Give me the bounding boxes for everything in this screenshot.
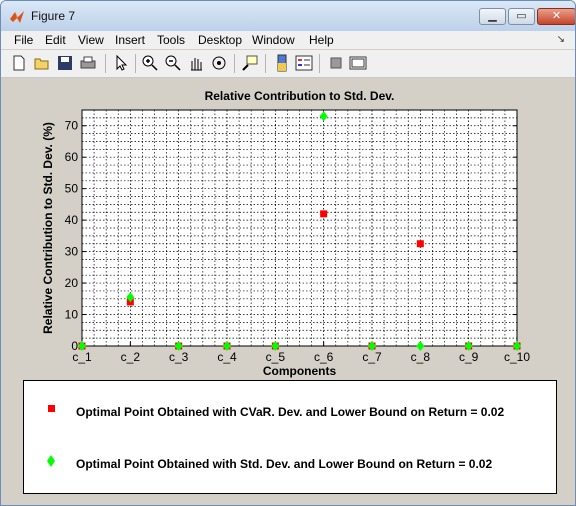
legend-label-cvar: Optimal Point Obtained with CVaR. Dev. a… [76, 405, 505, 419]
y-tick-label: 40 [65, 213, 79, 227]
new-figure-icon[interactable] [10, 54, 28, 72]
data-point-cvar [320, 210, 328, 218]
menu-view[interactable]: View [78, 33, 104, 47]
menu-tools[interactable]: Tools [157, 33, 185, 47]
toolbar-separator [319, 54, 320, 73]
chart-legend[interactable]: Optimal Point Obtained with CVaR. Dev. a… [23, 380, 557, 494]
y-tick-label: 50 [65, 182, 79, 196]
open-file-icon[interactable] [33, 54, 51, 72]
menu-desktop[interactable]: Desktop [198, 33, 242, 47]
y-tick-label: 10 [65, 308, 79, 322]
close-button[interactable]: ✕ [537, 8, 575, 25]
maximize-icon: ▭ [516, 10, 527, 22]
pan-hand-icon[interactable] [187, 54, 205, 72]
x-tick-label: c_1 [72, 350, 92, 364]
x-tick-label: c_2 [121, 350, 141, 364]
menu-window[interactable]: Window [252, 33, 295, 47]
show-plot-tools-icon[interactable] [349, 54, 367, 72]
rotate-3d-icon[interactable] [210, 54, 228, 72]
window-title: Figure 7 [31, 9, 76, 23]
data-cursor-icon[interactable] [241, 54, 259, 72]
x-tick-label: c_4 [217, 350, 237, 364]
figure-toolbar [1, 50, 575, 78]
hide-plot-tools-icon[interactable] [327, 54, 345, 72]
data-point-cvar [416, 240, 424, 248]
menu-edit[interactable]: Edit [45, 33, 66, 47]
toolbar-separator [265, 54, 266, 73]
chart-title: Relative Contribution to Std. Dev. [205, 89, 395, 103]
y-tick-label: 30 [65, 245, 79, 259]
x-tick-label: c_7 [362, 350, 382, 364]
y-tick-label: 20 [65, 276, 79, 290]
toolbar-separator [105, 54, 106, 73]
maximize-button[interactable]: ▭ [508, 8, 535, 25]
x-tick-label: c_8 [411, 350, 431, 364]
legend-marker-cvar [48, 405, 55, 412]
title-bar: Figure 7 ▁ ▭ ✕ [1, 1, 575, 31]
select-arrow-icon[interactable] [112, 54, 130, 72]
x-tick-label: c_6 [314, 350, 334, 364]
dock-figure-icon[interactable]: ↘ [557, 34, 565, 45]
zoom-out-icon[interactable] [164, 54, 182, 72]
scatter-chart: 010203040506070c_1 c_2 c_3 c_4 c_5 c_6 c_7 c_8 c… [41, 89, 530, 378]
figure-window: Figure 7 ▁ ▭ ✕ File Edit View Insert Too… [0, 0, 576, 506]
x-tick-label: c_9 [459, 350, 479, 364]
zoom-in-icon[interactable] [141, 54, 159, 72]
colorbar-icon[interactable] [273, 54, 291, 72]
y-tick-label: 70 [65, 119, 79, 133]
close-icon: ✕ [551, 10, 562, 22]
x-tick-label: c_3 [169, 350, 189, 364]
x-tick-label: c_10 [504, 350, 530, 364]
print-icon[interactable] [79, 54, 97, 72]
y-tick-label: 60 [65, 150, 79, 164]
save-icon[interactable] [56, 54, 74, 72]
figure-canvas: 0 10 20 30 40 50 60 70 c_1 c_2 c_3 c_4 c_5 c_6 c_7 c_8 c… [7, 80, 570, 504]
legend-icon[interactable] [295, 54, 313, 72]
minimize-button[interactable]: ▁ [479, 8, 506, 25]
toolbar-separator [135, 54, 136, 73]
legend-label-stddev: Optimal Point Obtained with Std. Dev. an… [76, 457, 493, 471]
legend-marker-stddev [47, 455, 55, 467]
menu-insert[interactable]: Insert [115, 33, 145, 47]
menu-bar: File Edit View Insert Tools Desktop Wind… [1, 31, 575, 49]
matlab-logo-icon [10, 11, 24, 23]
x-axis-label: Components [263, 364, 337, 378]
toolbar-separator [234, 54, 235, 73]
menu-file[interactable]: File [14, 33, 33, 47]
x-tick-label: c_5 [266, 350, 286, 364]
minimize-icon: ▁ [488, 10, 497, 22]
menu-help[interactable]: Help [309, 33, 334, 47]
y-axis-label: Relative Contribution to Std. Dev. (%) [41, 122, 55, 334]
